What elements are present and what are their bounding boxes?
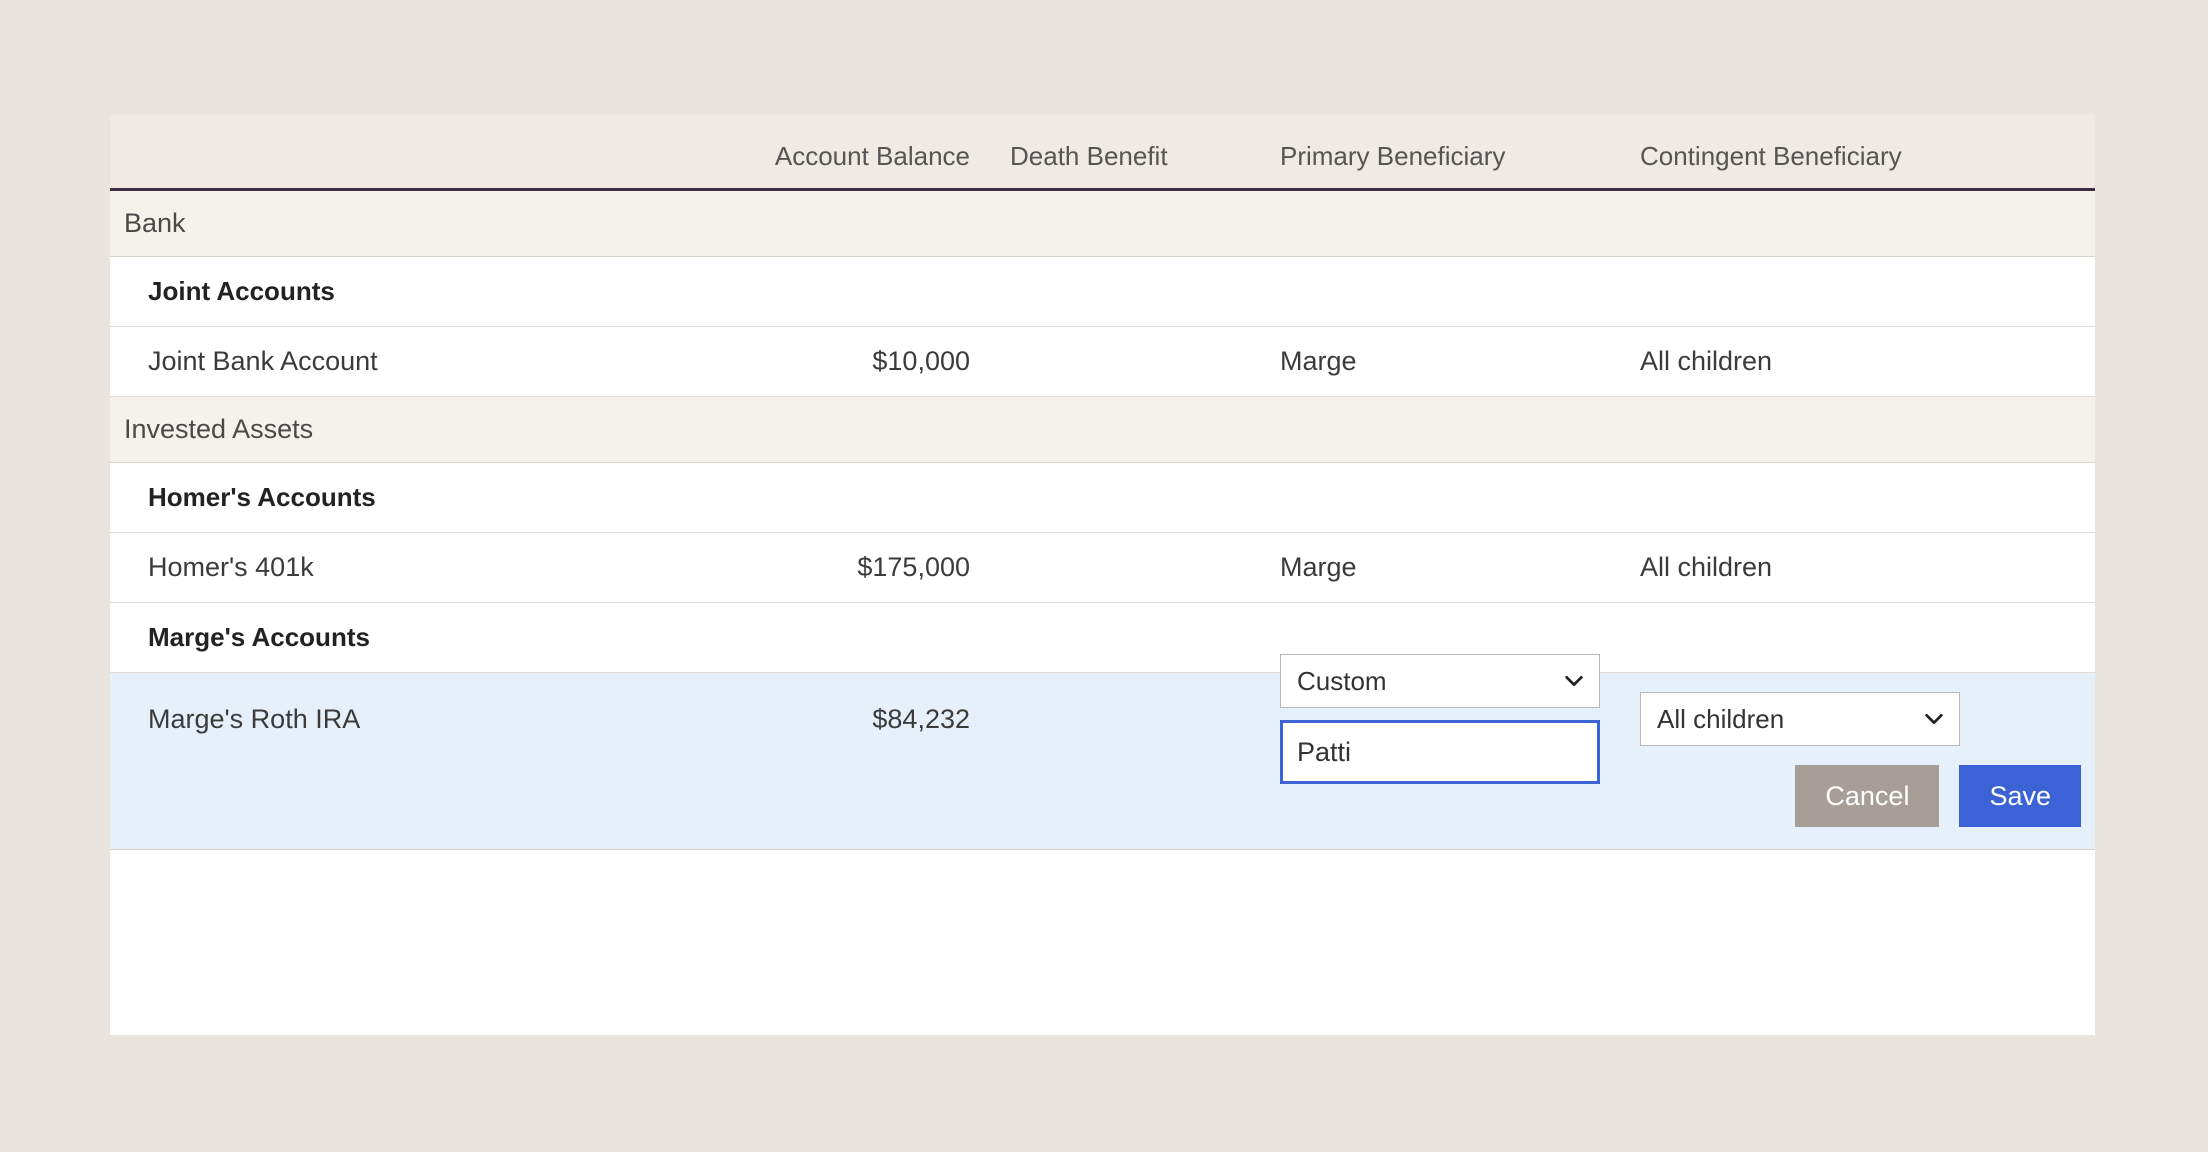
account-row-joint-bank[interactable]: Joint Bank Account $10,000 Marge All chi… [110,327,2095,397]
contingent-beneficiary-dropdown[interactable]: All children [1640,692,1960,746]
subcategory-label: Joint Accounts [148,276,335,307]
chevron-down-icon [1923,708,1945,730]
cancel-button[interactable]: Cancel [1795,765,1939,827]
account-primary: Marge [1280,552,1640,583]
category-invested-assets: Invested Assets [110,397,2095,463]
edit-buttons: Cancel Save [110,765,2095,827]
account-balance: $175,000 [730,552,1010,583]
subcategory-joint-accounts: Joint Accounts [110,257,2095,327]
category-bank: Bank [110,191,2095,257]
account-primary: Marge [1280,346,1640,377]
chevron-down-icon [1563,670,1585,692]
primary-beneficiary-dropdown[interactable]: Custom [1280,654,1600,708]
save-button[interactable]: Save [1959,765,2081,827]
account-balance: $84,232 [730,704,1010,735]
account-contingent: All children [1640,346,1995,377]
subcategory-label: Homer's Accounts [148,482,376,513]
account-balance: $10,000 [730,346,1010,377]
table-headers: Account Balance Death Benefit Primary Be… [110,115,2095,191]
category-label: Bank [124,208,186,239]
subcategory-label: Marge's Accounts [148,622,370,653]
account-contingent: All children [1640,552,1995,583]
account-name: Homer's 401k [110,552,730,583]
subcategory-homers-accounts: Homer's Accounts [110,463,2095,533]
account-name: Joint Bank Account [110,346,730,377]
category-label: Invested Assets [124,414,313,445]
dropdown-value: Custom [1297,666,1387,697]
account-row-homer-401k[interactable]: Homer's 401k $175,000 Marge All children [110,533,2095,603]
dropdown-value: All children [1657,704,1784,735]
beneficiaries-panel: Account Balance Death Benefit Primary Be… [110,115,2095,1035]
primary-beneficiary-custom-input[interactable] [1280,720,1600,784]
subcategory-marges-accounts: Marge's Accounts [110,603,2095,673]
header-contingent: Contingent Beneficiary [1640,141,1995,172]
header-primary: Primary Beneficiary [1280,141,1640,172]
header-death: Death Benefit [1010,141,1280,172]
header-balance: Account Balance [730,141,1010,172]
account-name: Marge's Roth IRA [110,704,730,735]
account-row-marge-roth-editing: Marge's Roth IRA $84,232 Custom All chil… [110,673,2095,850]
